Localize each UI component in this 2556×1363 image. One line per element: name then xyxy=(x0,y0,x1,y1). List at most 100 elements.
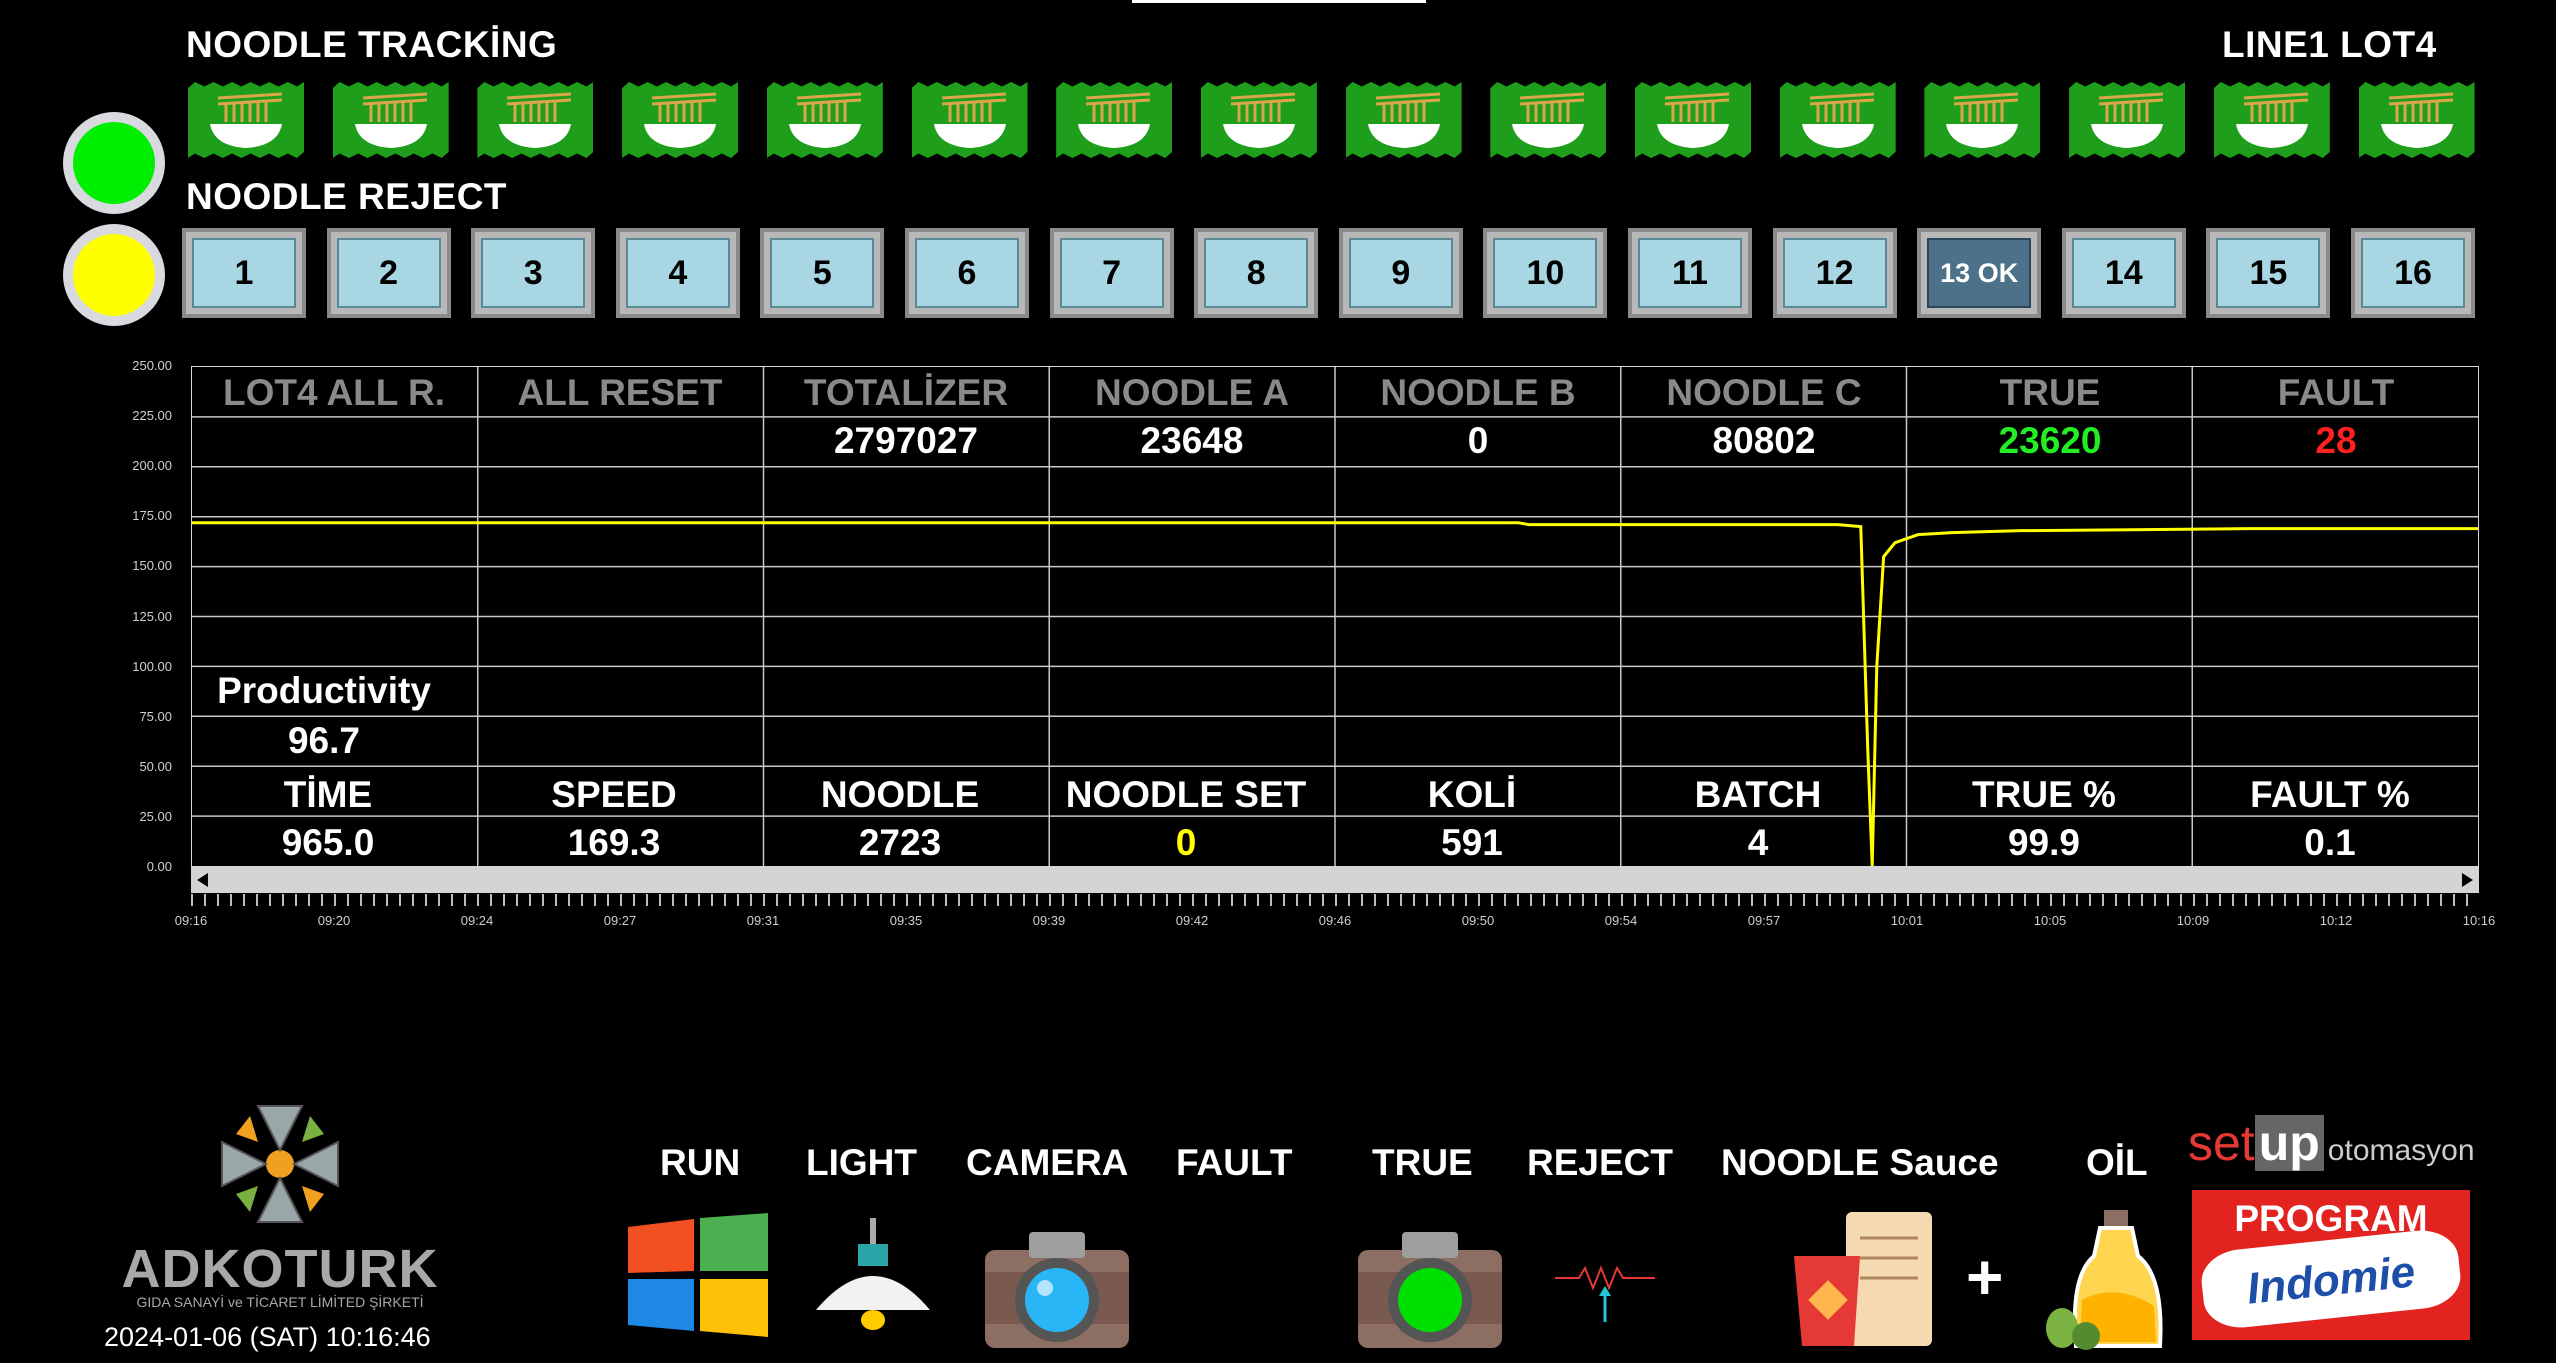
x-tick-label: 09:31 xyxy=(746,913,780,928)
noodle-sauce-button[interactable] xyxy=(1790,1208,1940,1353)
noodle-bowl-icon xyxy=(2358,82,2475,158)
metric-value-6: 99.9 xyxy=(2007,822,2080,863)
metric-label-7: FAULT % xyxy=(2250,774,2410,815)
reject-button-11[interactable]: 11 xyxy=(1628,228,1752,318)
reject-button-label: 7 xyxy=(1059,238,1164,308)
bottom-label-4: TRUE xyxy=(1372,1142,1473,1183)
y-tick-label: 225.00 xyxy=(132,408,172,424)
run-status-lamp xyxy=(63,112,165,214)
reject-button-label: 2 xyxy=(336,238,441,308)
reject-button-label: 3 xyxy=(481,238,586,308)
reject-button-9[interactable]: 9 xyxy=(1338,228,1463,318)
noodle-bowl-icon xyxy=(1200,82,1317,158)
noodle-bowl-icon xyxy=(477,82,594,158)
scroll-right-icon[interactable] xyxy=(2462,873,2473,887)
table-header-6: TRUE xyxy=(1999,372,2101,413)
reject-button-10[interactable]: 10 xyxy=(1483,228,1608,318)
time-axis-ticks xyxy=(191,894,2479,906)
y-tick-label: 200.00 xyxy=(132,458,172,474)
reject-button-16[interactable]: 16 xyxy=(2351,228,2475,318)
reject-button-15[interactable]: 15 xyxy=(2206,228,2331,318)
true-camera-icon xyxy=(1358,1232,1502,1348)
x-tick-label: 09:35 xyxy=(889,913,923,928)
noodle-bowl-icon xyxy=(1635,82,1751,158)
reject-title: NOODLE REJECT xyxy=(186,176,508,217)
metric-label-1: SPEED xyxy=(551,774,677,815)
adkoturk-logo: ADKOTURK GIDA SANAYİ ve TİCARET LİMİTED … xyxy=(110,1098,450,1318)
reject-button-1[interactable]: 1 xyxy=(182,228,306,318)
reject-button-label: 14 xyxy=(2071,238,2176,308)
reject-button-4[interactable]: 4 xyxy=(615,228,740,318)
reject-button-8[interactable]: 8 xyxy=(1194,228,1319,318)
olive-oil-icon xyxy=(2046,1210,2163,1350)
table-header-1[interactable]: ALL RESET xyxy=(477,372,763,414)
reject-button-3[interactable]: 3 xyxy=(471,228,596,318)
setup-logo-part3: otomasyon xyxy=(2327,1134,2475,1167)
chart-scrollbar[interactable] xyxy=(191,867,2479,893)
reject-button-label: 15 xyxy=(2216,238,2321,308)
metric-label-5: BATCH xyxy=(1694,774,1822,815)
tracking-title: NOODLE TRACKİNG xyxy=(186,24,558,65)
windows-run-icon xyxy=(628,1213,768,1337)
noodle-bowl-icon xyxy=(622,82,739,158)
bottom-label-7: OİL xyxy=(2086,1142,2148,1183)
y-tick-label: 0.00 xyxy=(146,859,172,874)
table-value-5: 80802 xyxy=(1712,420,1816,461)
productivity-label: Productivity xyxy=(217,670,431,711)
light-button[interactable] xyxy=(806,1218,940,1353)
x-tick-label: 09:24 xyxy=(460,913,494,928)
reject-button-label: 1 xyxy=(192,238,296,308)
bottom-label-3: FAULT xyxy=(1176,1142,1293,1183)
bottom-label-2: CAMERA xyxy=(966,1142,1129,1183)
noodle-bowl-icon xyxy=(2213,82,2330,158)
y-tick-label: 100.00 xyxy=(132,658,172,674)
noodle-bowl-icon xyxy=(1779,82,1896,158)
bottom-label-0: RUN xyxy=(660,1142,741,1183)
x-tick-label: 10:05 xyxy=(2033,913,2067,928)
x-tick-label: 09:20 xyxy=(317,913,351,928)
table-header-7: FAULT xyxy=(2277,372,2395,413)
run-button[interactable] xyxy=(628,1213,768,1342)
reject-button-7[interactable]: 7 xyxy=(1049,228,1174,318)
reject-button-label: 6 xyxy=(915,238,1019,308)
x-tick-label: 09:39 xyxy=(1032,913,1066,928)
table-value-3: 23648 xyxy=(1140,420,1244,461)
x-tick-label: 10:16 xyxy=(2462,913,2496,928)
table-header-3: NOODLE A xyxy=(1095,372,1289,413)
reject-button-14[interactable]: 14 xyxy=(2061,228,2186,318)
x-tick-label: 09:54 xyxy=(1604,913,1638,928)
reject-button-label: 11 xyxy=(1638,238,1742,308)
x-tick-label: 09:27 xyxy=(603,913,637,928)
warning-lamp-light xyxy=(73,234,155,316)
noodle-bowl-icon xyxy=(2069,82,2186,158)
reject-button-6[interactable]: 6 xyxy=(905,228,1029,318)
metric-value-3: 0 xyxy=(1175,822,1197,863)
reject-button-label: 5 xyxy=(770,238,875,308)
reject-button-2[interactable]: 2 xyxy=(326,228,451,318)
reject-button[interactable] xyxy=(1555,1262,1655,1327)
metric-label-0: TİME xyxy=(283,774,373,815)
true-camera-button[interactable] xyxy=(1358,1228,1502,1353)
y-tick-label: 25.00 xyxy=(139,808,172,824)
reject-button-label: 9 xyxy=(1348,238,1453,308)
oil-button[interactable] xyxy=(2042,1210,2174,1355)
program-indomie-button[interactable]: PROGRAM Indomie xyxy=(2192,1190,2470,1340)
reject-button-label: 4 xyxy=(625,238,730,308)
camera-icon xyxy=(985,1232,1129,1348)
reject-button-12[interactable]: 12 xyxy=(1772,228,1897,318)
table-header-0[interactable]: LOT4 ALL R. xyxy=(191,372,477,414)
reject-button-label: 8 xyxy=(1204,238,1309,308)
y-tick-label: 150.00 xyxy=(132,558,172,574)
x-tick-label: 09:16 xyxy=(174,913,208,928)
camera-button[interactable] xyxy=(985,1228,1129,1353)
metric-value-5: 4 xyxy=(1747,822,1769,863)
bottom-label-6: NOODLE Sauce xyxy=(1721,1142,1999,1183)
table-value-4: 0 xyxy=(1467,420,1489,461)
reject-button-5[interactable]: 5 xyxy=(760,228,885,318)
setup-logo-part2: up xyxy=(2254,1115,2324,1171)
table-header-5: NOODLE C xyxy=(1666,372,1862,413)
table-value-7: 28 xyxy=(2315,420,2357,461)
reject-button-13[interactable]: 13 OK xyxy=(1917,228,2042,318)
scroll-left-icon[interactable] xyxy=(197,873,208,887)
productivity-value: 96.7 xyxy=(287,720,360,761)
